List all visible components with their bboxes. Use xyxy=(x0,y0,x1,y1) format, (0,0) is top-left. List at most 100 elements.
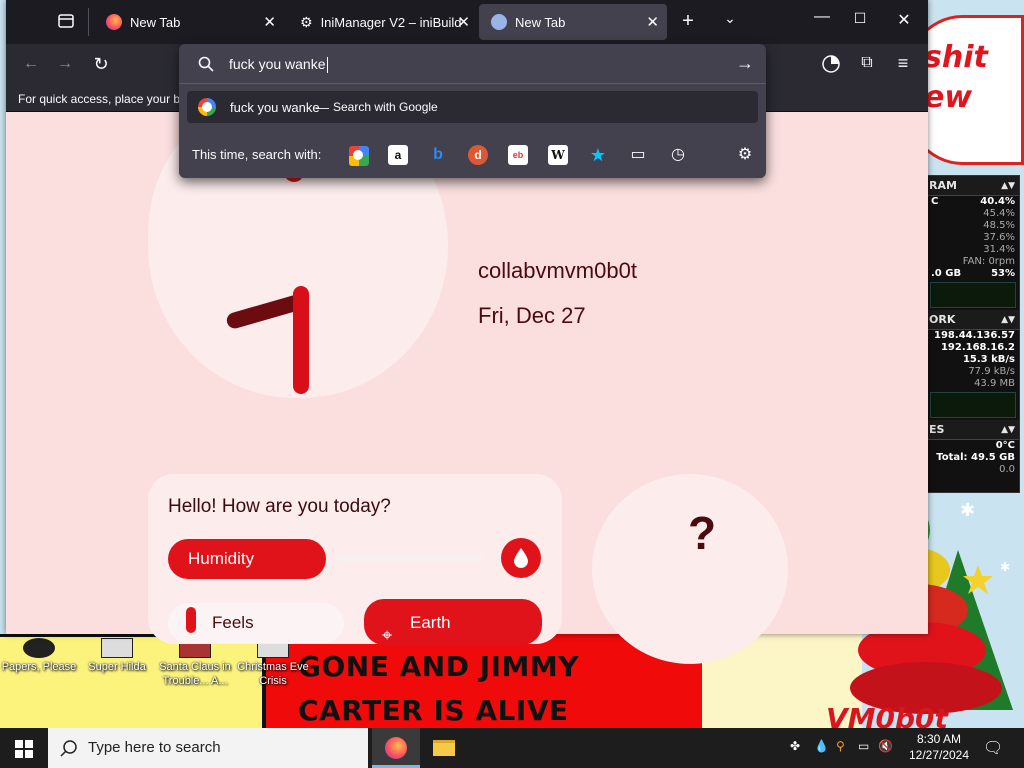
desktop-icon-super-hilda[interactable]: Super Hilda xyxy=(78,638,156,674)
desktop-icon-label: Santa Claus in Trouble... A... xyxy=(159,661,231,687)
firefox-view-button[interactable] xyxy=(54,12,78,35)
humidity-track xyxy=(336,554,484,562)
tray-app-icon[interactable]: ✤ xyxy=(790,739,800,753)
close-tab-icon[interactable]: ✕ xyxy=(263,13,276,31)
game-icon xyxy=(101,638,133,658)
taskbar-firefox[interactable] xyxy=(372,728,420,768)
gadget-row: 192.168.16.2 xyxy=(940,342,1015,353)
arrow-right-icon: → xyxy=(57,55,73,72)
suggestion-separator: — xyxy=(316,100,329,115)
greeting-username: collabvmvm0b0t xyxy=(478,258,637,283)
speech-bubble-text: shit ew xyxy=(924,40,988,115)
taskbar-file-explorer[interactable] xyxy=(420,728,468,768)
amazon-engine-icon[interactable]: a xyxy=(388,145,408,165)
windows-logo-icon xyxy=(15,740,33,758)
account-button[interactable] xyxy=(820,54,842,79)
taskbar: Type here to search ✤ 💧 ⚲ ▭ 🔇 8:30 AM 12… xyxy=(0,728,1024,768)
wikipedia-engine-icon[interactable]: W xyxy=(548,145,568,165)
history-clock-icon[interactable]: ◷ xyxy=(668,145,688,165)
tab-title: New Tab xyxy=(515,14,566,30)
minimize-button[interactable]: — xyxy=(808,8,836,26)
reload-icon: ↻ xyxy=(93,54,109,74)
desktop-icon-label: Super Hilda xyxy=(88,661,146,673)
tray-key-icon[interactable]: ⚲ xyxy=(836,739,845,753)
ram-graph xyxy=(930,282,1016,308)
gadget-row: 198.44.136.57 xyxy=(934,330,1015,341)
desktop-icon-papers-please[interactable]: Papers, Please xyxy=(0,638,78,674)
tabs-icon[interactable]: ▭ xyxy=(628,145,648,165)
gadget-row: 77.9 kB/s xyxy=(968,366,1015,377)
close-tab-icon[interactable]: ✕ xyxy=(646,13,659,31)
taskbar-search-box[interactable]: Type here to search xyxy=(48,728,368,768)
tab-divider xyxy=(88,8,89,36)
tab-new-tab-1[interactable]: New Tab ✕ xyxy=(94,4,284,40)
volume-muted-icon[interactable]: 🔇 xyxy=(878,739,893,753)
start-button[interactable] xyxy=(0,728,48,768)
arrow-left-icon: ← xyxy=(23,55,39,72)
clock-time: 8:30 AM xyxy=(916,732,962,746)
desktop-icon-santa-claus[interactable]: Santa Claus in Trouble... A... xyxy=(156,638,234,688)
bing-engine-icon[interactable]: b xyxy=(428,145,448,165)
gadget-row: 37.6% xyxy=(983,232,1015,243)
gadget-row: 48.5% xyxy=(983,220,1015,231)
back-button[interactable]: ← xyxy=(20,55,42,73)
tab-inimanager[interactable]: ⚙ IniManager V2 – iniBuilds ✕ xyxy=(288,4,478,40)
new-tab-button[interactable]: + xyxy=(676,10,700,33)
minimize-icon: — xyxy=(814,8,830,25)
ebay-engine-icon[interactable]: eb xyxy=(508,145,528,165)
gear-icon: ⚙ xyxy=(300,13,313,30)
plus-icon: + xyxy=(682,10,694,32)
system-monitor-gadget: RAM ▲▼ C 40.4% 45.4% 48.5% 37.6% 31.4% FAN… xyxy=(926,175,1020,493)
list-all-tabs-button[interactable]: ⌄ xyxy=(718,10,742,27)
wallpaper-line-1: GONE AND JIMMY xyxy=(298,650,580,683)
thermometer-icon xyxy=(186,607,196,633)
urlbar-dropdown: fuck you wanke → fuck you wanke — Search… xyxy=(179,44,766,178)
gadget-spacer xyxy=(927,476,1019,492)
extensions-button[interactable]: ⧉ xyxy=(856,54,878,72)
close-tab-icon[interactable]: ✕ xyxy=(457,13,470,31)
forward-button[interactable]: → xyxy=(54,55,76,73)
action-center-button[interactable]: 🗨 xyxy=(980,728,1004,768)
system-tray: ✤ 💧 ⚲ ▭ 🔇 xyxy=(790,728,900,768)
search-icon xyxy=(60,740,77,757)
gadget-drives-header: ES ▲▼ xyxy=(927,420,1019,440)
weather-unknown-icon: ? xyxy=(688,507,717,559)
clock[interactable]: 8:30 AM 12/27/2024 xyxy=(904,728,974,768)
close-window-button[interactable]: ✕ xyxy=(890,10,918,30)
humidity-pill: Humidity xyxy=(168,539,326,579)
tray-drop-icon[interactable]: 💧 xyxy=(814,739,829,753)
maximize-icon: ☐ xyxy=(853,10,867,26)
new-tab-favicon-icon xyxy=(491,14,507,30)
gadget-row: C 40.4% xyxy=(931,196,1015,207)
search-with-label: This time, search with: xyxy=(192,147,322,162)
notification-icon: 🗨 xyxy=(983,740,1004,757)
desktop-icon-christmas-eve-crisis[interactable]: Christmas Eve Crisis xyxy=(234,638,312,688)
maximize-button[interactable]: ☐ xyxy=(846,10,874,27)
location-pill[interactable]: ⌖ Earth xyxy=(364,599,542,645)
go-arrow-icon[interactable]: → xyxy=(736,53,754,74)
google-engine-icon[interactable] xyxy=(349,146,369,166)
firefox-icon xyxy=(106,14,122,30)
folder-icon xyxy=(433,740,455,756)
hamburger-menu-icon: ≡ xyxy=(897,53,909,73)
firefox-view-icon xyxy=(58,14,74,28)
greeting-text: Hello! How are you today? xyxy=(168,496,391,517)
search-suggestion-google[interactable]: fuck you wanke — Search with Google xyxy=(187,91,758,123)
urlbar-input[interactable]: fuck you wanke → xyxy=(179,44,766,84)
duckduckgo-engine-icon[interactable]: d xyxy=(468,145,488,165)
desktop-icon-label: Christmas Eve Crisis xyxy=(237,661,309,687)
tab-new-tab-active[interactable]: New Tab ✕ xyxy=(479,4,667,40)
gadget-row: 0°C xyxy=(995,440,1015,451)
reload-button[interactable]: ↻ xyxy=(90,54,112,75)
game-icon xyxy=(23,638,55,658)
urlbar-value: fuck you wanke xyxy=(229,56,328,74)
network-icon[interactable]: ▭ xyxy=(858,739,869,753)
desktop-icon-label: Papers, Please xyxy=(1,661,77,673)
tab-bar: New Tab ✕ ⚙ IniManager V2 – iniBuilds ✕ … xyxy=(6,0,928,44)
account-icon xyxy=(822,55,840,73)
bookmarks-star-icon[interactable]: ★ xyxy=(588,145,608,165)
search-settings-gear-icon[interactable]: ⚙ xyxy=(735,145,755,165)
gadget-row: 31.4% xyxy=(983,244,1015,255)
app-menu-button[interactable]: ≡ xyxy=(892,53,914,74)
gadget-row: 15.3 kB/s xyxy=(962,354,1015,365)
